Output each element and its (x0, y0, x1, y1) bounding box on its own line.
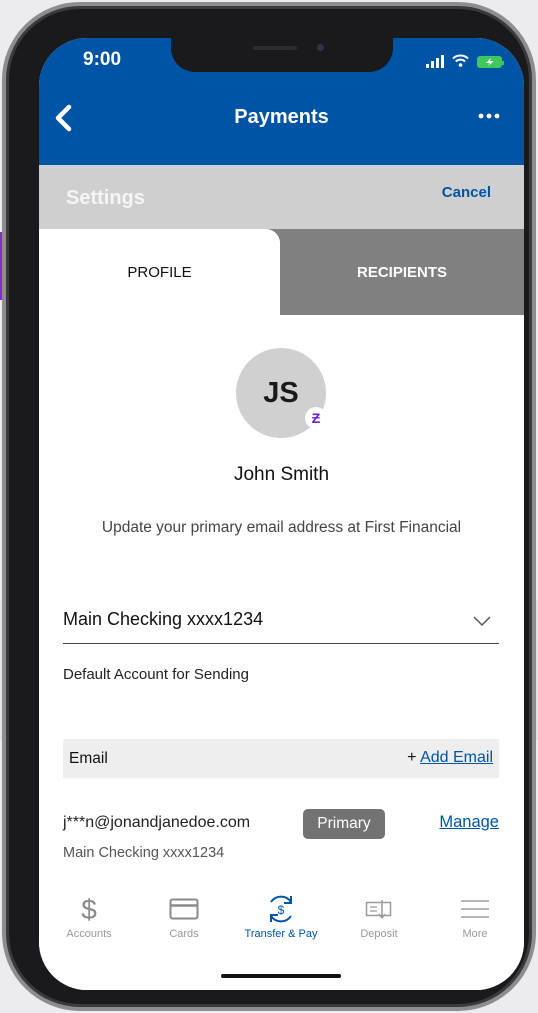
front-camera (317, 44, 324, 51)
default-account-select[interactable]: Main Checking xxxx1234 (63, 598, 499, 644)
tab-label: Accounts (66, 928, 112, 940)
svg-text:$: $ (278, 903, 285, 917)
tab-more[interactable]: More (435, 894, 515, 940)
email-linked-account: Main Checking xxxx1234 (63, 845, 225, 861)
tab-cards[interactable]: Cards (144, 894, 224, 940)
tab-label: Deposit (360, 928, 398, 940)
battery-charging-icon (477, 55, 504, 68)
email-header-label: Email (69, 750, 108, 767)
menu-icon (435, 894, 515, 924)
tab-label: Cards (169, 928, 199, 940)
manage-email-link[interactable]: Manage (439, 813, 499, 832)
settings-title: Settings (66, 187, 145, 209)
tab-transfer-pay[interactable]: $ Transfer & Pay (241, 894, 321, 940)
dollar-icon: $ (49, 894, 129, 924)
tab-recipients[interactable]: RECIPIENTS (280, 229, 524, 315)
status-time: 9:00 (83, 49, 122, 70)
app-header: 9:00 Payments (39, 38, 524, 165)
update-email-instructions: Update your primary email address at Fir… (101, 519, 462, 536)
signal-icon (426, 55, 444, 68)
add-email-prefix: + (407, 749, 421, 766)
add-email: + Add Email (407, 749, 493, 767)
account-select-value: Main Checking xxxx1234 (63, 609, 264, 629)
phone-screen: 9:00 Payments Settings Cancel PROFILE RE… (39, 38, 524, 990)
speaker-grille (253, 46, 297, 50)
user-name: John Smith (233, 464, 330, 485)
email-section-header: Email + Add Email (63, 739, 499, 778)
cancel-button[interactable]: Cancel (442, 184, 491, 201)
home-indicator[interactable] (221, 974, 341, 978)
tab-accounts[interactable]: $ Accounts (49, 894, 129, 940)
primary-badge: Primary (303, 809, 385, 839)
page-title: Payments (234, 106, 329, 128)
card-icon (144, 894, 224, 924)
more-options-icon[interactable] (478, 106, 500, 124)
check-deposit-icon (339, 894, 419, 924)
wifi-icon (452, 54, 469, 69)
svg-text:$: $ (81, 895, 97, 923)
add-email-link[interactable]: Add Email (420, 749, 493, 766)
chevron-down-icon (473, 614, 491, 632)
phone-frame: 9:00 Payments Settings Cancel PROFILE RE… (2, 2, 536, 1011)
tab-label: More (462, 928, 488, 940)
tab-label: Transfer & Pay (244, 928, 318, 940)
tab-profile[interactable]: PROFILE (39, 229, 280, 315)
device-notch (171, 38, 393, 72)
settings-tabs: PROFILE RECIPIENTS (39, 229, 524, 315)
email-address: j***n@jonandjanedoe.com (63, 814, 251, 831)
settings-bar: Settings Cancel (39, 165, 524, 229)
account-select-hint: Default Account for Sending (63, 666, 249, 683)
transfer-pay-icon: $ (241, 894, 321, 924)
avatar-initials: JS (263, 376, 299, 409)
status-icons (426, 54, 504, 69)
tab-deposit[interactable]: Deposit (339, 894, 419, 940)
zelle-icon: Ƶ (305, 407, 327, 429)
